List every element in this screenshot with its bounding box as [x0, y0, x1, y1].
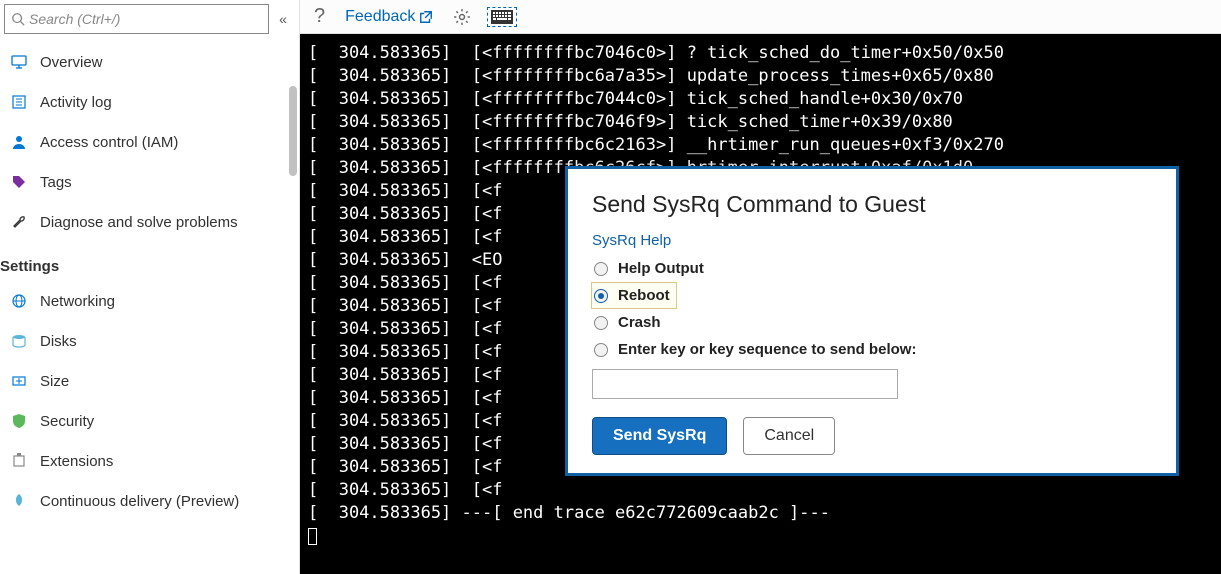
radio-label: Crash: [618, 314, 661, 331]
settings-section-label: Settings: [0, 242, 299, 281]
nav-label: Tags: [40, 174, 72, 191]
person-icon: [10, 133, 28, 151]
scrollbar-thumb[interactable]: [289, 86, 297, 176]
disks-icon: [10, 332, 28, 350]
radio-icon: [594, 316, 608, 330]
radio-help-output[interactable]: Help Output: [592, 255, 1152, 282]
key-sequence-input[interactable]: [592, 369, 898, 399]
console-line: [ 304.583365] [<ffffffffbc7046c0>] ? tic…: [308, 42, 1213, 65]
nav-item-diagnose[interactable]: Diagnose and solve problems: [0, 202, 299, 242]
toolbar: ? Feedback: [300, 0, 1221, 34]
log-icon: [10, 93, 28, 111]
nav-label: Overview: [40, 54, 103, 71]
search-placeholder: Search (Ctrl+/): [29, 11, 120, 27]
nav-label: Diagnose and solve problems: [40, 214, 238, 231]
feedback-label: Feedback: [345, 8, 415, 26]
nav-item-networking[interactable]: Networking: [0, 281, 299, 321]
sidebar-nav: Overview Activity log Access control (IA…: [0, 42, 299, 574]
send-sysrq-button[interactable]: Send SysRq: [592, 417, 727, 455]
nav-label: Disks: [40, 333, 77, 350]
console-line: [ 304.583365] [<f: [308, 479, 1213, 502]
search-icon: [11, 12, 25, 26]
nav-item-continuous-delivery[interactable]: Continuous delivery (Preview): [0, 481, 299, 521]
radio-icon: [594, 262, 608, 276]
search-input[interactable]: Search (Ctrl+/): [4, 4, 269, 34]
globe-icon: [10, 292, 28, 310]
console-line: [ 304.583365] ---[ end trace e62c772609c…: [308, 502, 1213, 525]
nav-item-overview[interactable]: Overview: [0, 42, 299, 82]
radio-label: Enter key or key sequence to send below:: [618, 341, 916, 358]
sidebar: Search (Ctrl+/) « Overview Activity log: [0, 0, 300, 574]
feedback-link[interactable]: Feedback: [341, 6, 437, 28]
tag-icon: [10, 173, 28, 191]
radio-label: Reboot: [618, 287, 670, 304]
nav-label: Activity log: [40, 94, 112, 111]
nav-label: Access control (IAM): [40, 134, 178, 151]
console-line: [ 304.583365] [<ffffffffbc6a7a35>] updat…: [308, 65, 1213, 88]
monitor-icon: [10, 53, 28, 71]
extension-icon: [10, 452, 28, 470]
shield-icon: [10, 412, 28, 430]
console-line: [ 304.583365] [<ffffffffbc7044c0>] tick_…: [308, 88, 1213, 111]
nav-label: Size: [40, 373, 69, 390]
radio-icon: [594, 289, 608, 303]
wrench-icon: [10, 213, 28, 231]
sysrq-help-link[interactable]: SysRq Help: [592, 232, 671, 249]
nav-item-security[interactable]: Security: [0, 401, 299, 441]
keyboard-icon: [491, 10, 513, 24]
cancel-button[interactable]: Cancel: [743, 417, 835, 455]
nav-label: Continuous delivery (Preview): [40, 493, 239, 510]
external-link-icon: [419, 10, 433, 24]
console-line: [ 304.583365] [<ffffffffbc6c2163>] __hrt…: [308, 134, 1213, 157]
gear-icon: [453, 8, 471, 26]
help-button[interactable]: ?: [310, 3, 329, 30]
radio-crash[interactable]: Crash: [592, 309, 1152, 336]
nav-label: Security: [40, 413, 94, 430]
radio-icon: [594, 343, 608, 357]
radio-label: Help Output: [618, 260, 704, 277]
nav-item-access-control[interactable]: Access control (IAM): [0, 122, 299, 162]
console-line: [ 304.583365] [<ffffffffbc7046f9>] tick_…: [308, 111, 1213, 134]
collapse-sidebar-button[interactable]: «: [269, 11, 293, 27]
nav-item-size[interactable]: Size: [0, 361, 299, 401]
nav-label: Extensions: [40, 453, 113, 470]
settings-button[interactable]: [449, 6, 475, 28]
nav-item-activity-log[interactable]: Activity log: [0, 82, 299, 122]
modal-title: Send SysRq Command to Guest: [592, 191, 1152, 218]
nav-item-disks[interactable]: Disks: [0, 321, 299, 361]
sysrq-modal: Send SysRq Command to Guest SysRq Help H…: [565, 166, 1179, 476]
nav-item-tags[interactable]: Tags: [0, 162, 299, 202]
size-icon: [10, 372, 28, 390]
cursor-icon: [308, 528, 317, 545]
keyboard-button[interactable]: [487, 7, 517, 27]
nav-item-extensions[interactable]: Extensions: [0, 441, 299, 481]
rocket-icon: [10, 492, 28, 510]
radio-reboot[interactable]: Reboot: [592, 283, 676, 308]
radio-enter-key[interactable]: Enter key or key sequence to send below:: [592, 336, 1152, 363]
nav-label: Networking: [40, 293, 115, 310]
